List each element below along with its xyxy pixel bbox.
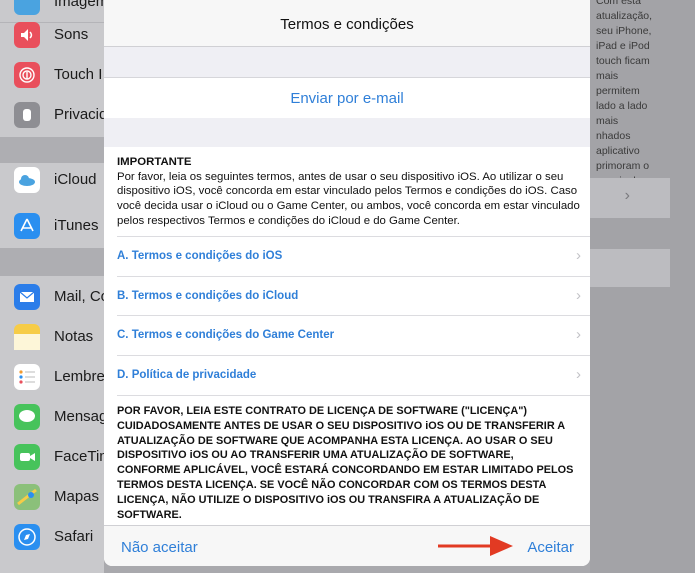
facetime-icon (14, 444, 40, 470)
sidebar-item-reminders[interactable]: Lembre (0, 357, 104, 397)
fingerprint-icon (14, 62, 40, 88)
license-text: POR FAVOR, LEIA ESTE CONTRATO DE LICENÇA… (117, 405, 574, 521)
modal-title: Termos e condições (280, 16, 414, 33)
reminders-icon (14, 364, 40, 390)
link-label[interactable]: A. Termos e condições do iOS (117, 250, 282, 262)
mail-icon (14, 284, 40, 310)
intro-body: Por favor, leia os seguintes termos, ant… (117, 170, 580, 227)
maps-icon (14, 484, 40, 510)
link-icloud-terms[interactable]: B. Termos e condições do iCloud › (117, 276, 590, 317)
link-label[interactable]: C. Termos e condições do Game Center (117, 329, 334, 341)
sounds-icon (14, 22, 40, 48)
sidebar-item-label: Mapas (54, 488, 100, 505)
section-gap (104, 118, 590, 147)
chevron-right-icon: › (576, 366, 581, 383)
sidebar-item-privacy[interactable]: Privacid (0, 95, 104, 135)
sidebar-item-maps[interactable]: Mapas (0, 477, 104, 517)
sidebar-item-label: Privacid (54, 106, 104, 123)
sidebar-item-label: Touch I (54, 66, 103, 83)
sidebar-item-label: Mail, Co (54, 288, 104, 305)
sidebar-item-label: FaceTim (54, 448, 104, 465)
accept-button[interactable]: Aceitar (527, 539, 574, 556)
sidebar-item-label: Sons (54, 26, 89, 43)
send-email-row[interactable]: Enviar por e-mail (104, 77, 590, 119)
link-label[interactable]: B. Termos e condições do iCloud (117, 290, 298, 302)
send-email-link[interactable]: Enviar por e-mail (104, 90, 590, 107)
safari-icon (14, 524, 40, 550)
decline-button[interactable]: Não aceitar (121, 539, 198, 556)
sidebar-item-messages[interactable]: Mensag (0, 397, 104, 437)
sidebar-item-label: Lembre (54, 368, 104, 385)
sidebar-item-notes[interactable]: Notas (0, 317, 104, 357)
chevron-right-icon: › (576, 247, 581, 264)
terms-modal: Termos e condições Enviar por e-mail IMP… (104, 0, 590, 566)
sidebar-item-label: Mensag (54, 408, 104, 425)
modal-header: Termos e condições (104, 0, 590, 47)
sidebar-item-mail[interactable]: Mail, Co (0, 277, 104, 317)
update-description: Com esta atualização, seu iPhone, iPad e… (596, 0, 653, 187)
detail-pane: Com esta atualização, seu iPhone, iPad e… (590, 0, 695, 573)
sidebar-item-touch-id[interactable]: Touch I (0, 55, 104, 95)
app-store-icon (14, 213, 40, 239)
sidebar-item-sounds[interactable]: Sons (0, 15, 104, 55)
sidebar-item-icloud[interactable]: iCloud (0, 160, 104, 200)
arrow-right-icon (438, 536, 513, 556)
detail-row[interactable] (590, 249, 670, 287)
sidebar-item-label: iCloud (54, 171, 97, 188)
sidebar-item-facetime[interactable]: FaceTim (0, 437, 104, 477)
link-game-center-terms[interactable]: C. Termos e condições do Game Center › (117, 315, 590, 356)
notes-icon (14, 324, 40, 350)
link-ios-terms[interactable]: A. Termos e condições do iOS › (117, 236, 590, 277)
detail-row[interactable]: › (590, 178, 670, 218)
chevron-right-icon: › (576, 287, 581, 304)
sidebar-item-safari[interactable]: Safari (0, 517, 104, 557)
sidebar-item-label: Safari (54, 528, 94, 545)
sidebar-item-label: Notas (54, 328, 94, 345)
sidebar-item-itunes[interactable]: iTunes (0, 206, 104, 246)
chevron-right-icon: › (624, 187, 630, 204)
intro-text: IMPORTANTE Por favor, leia os seguintes … (117, 155, 581, 229)
link-label[interactable]: D. Política de privacidade (117, 369, 256, 381)
section-gap (0, 248, 104, 276)
section-gap (104, 47, 590, 77)
hand-icon (14, 102, 40, 128)
chevron-right-icon: › (576, 326, 581, 343)
sidebar-item-label: iTunes (54, 217, 99, 234)
intro-title: IMPORTANTE (117, 156, 192, 168)
messages-icon (14, 404, 40, 430)
wallpaper-icon (14, 0, 40, 15)
settings-sidebar: Imagem de Fundo Sons Touch I Privacid iC… (0, 0, 104, 573)
link-privacy-policy[interactable]: D. Política de privacidade › (117, 355, 590, 396)
icloud-icon (14, 167, 40, 193)
modal-footer: Não aceitar Aceitar (104, 525, 590, 566)
